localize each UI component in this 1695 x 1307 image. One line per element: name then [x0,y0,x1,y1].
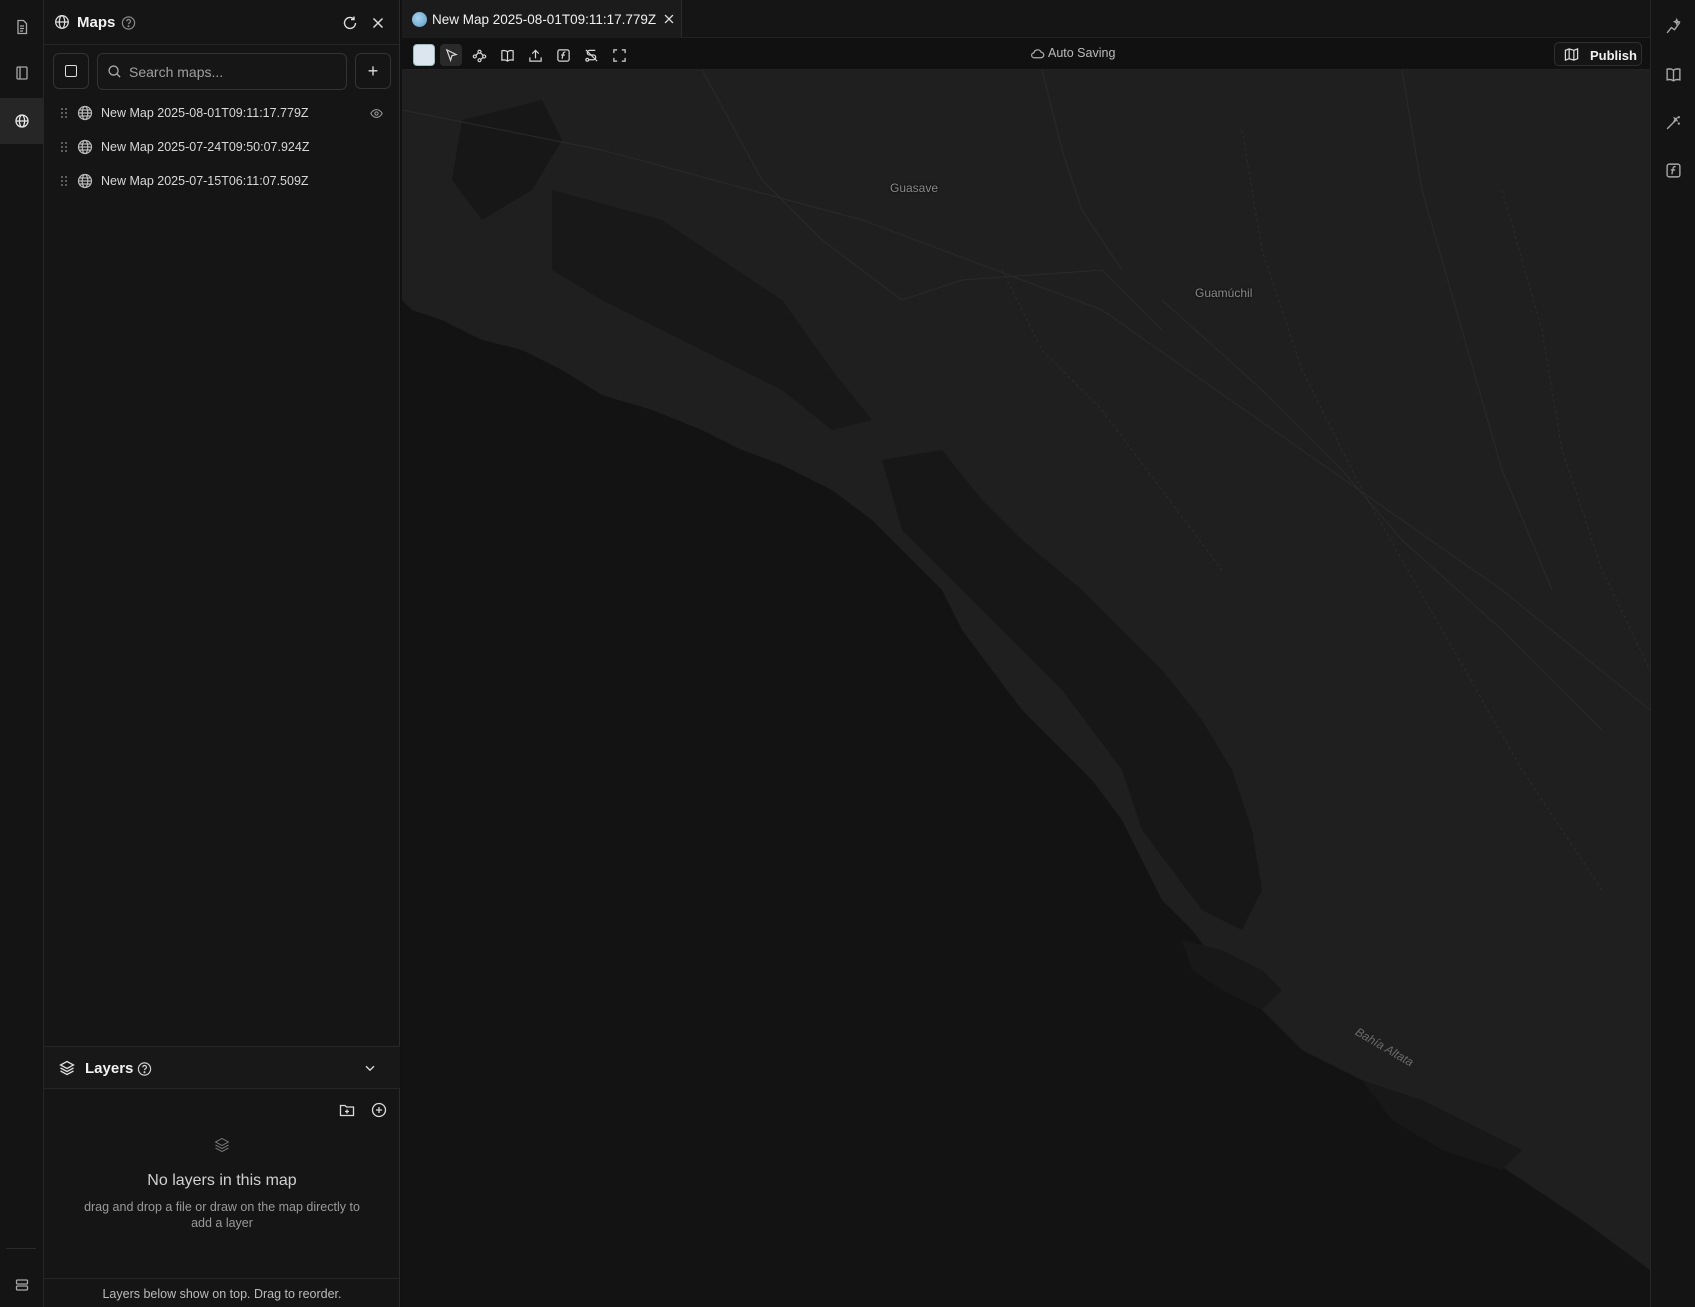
search-icon [108,65,121,78]
layers-title: Layers [85,1060,134,1077]
drag-handle-icon[interactable] [61,176,67,186]
book-icon[interactable] [496,44,518,66]
new-folder-icon[interactable] [339,1102,355,1118]
map-list-item[interactable]: New Map 2025-07-15T06:11:07.509Z [44,165,400,197]
notebook-icon[interactable] [0,50,44,96]
help-icon[interactable] [137,1061,152,1076]
documents-icon[interactable] [0,4,44,50]
draw-line-icon[interactable] [468,44,490,66]
rail-divider [6,1248,36,1249]
layers-header[interactable]: Layers [44,1047,400,1089]
close-icon[interactable] [370,15,386,31]
route-off-icon[interactable] [580,44,602,66]
earth-icon [412,12,427,27]
select-pointer-icon[interactable] [440,44,462,66]
sparkles-chart-icon[interactable] [1665,18,1682,35]
drag-handle-icon[interactable] [61,108,67,118]
book-open-icon[interactable] [1665,66,1682,83]
city-label-guasave: Guasave [890,181,939,195]
chevron-down-icon[interactable] [363,1061,377,1075]
tab-map[interactable]: New Map 2025-08-01T09:11:17.779Z [402,0,682,38]
map-toolbar: Auto Saving Publish [402,38,1650,70]
empty-state-description: drag and drop a file or draw on the map … [84,1200,360,1230]
layers-footer-hint: Layers below show on top. Drag to reorde… [44,1278,400,1307]
city-label-guamuchil: Guamúchil [1195,286,1253,300]
add-layer-icon[interactable] [371,1102,387,1118]
basemap-style-swatch[interactable] [413,44,435,66]
search-field[interactable] [97,53,347,90]
sidebar-title: Maps [77,14,116,31]
publish-button[interactable]: Publish [1554,42,1642,66]
upload-icon[interactable] [524,44,546,66]
map-list-item[interactable]: New Map 2025-07-24T09:50:07.924Z [44,131,400,163]
layers-icon [59,1060,75,1076]
magic-wand-icon[interactable] [1665,114,1682,131]
stack-icon[interactable] [0,1262,44,1307]
drag-handle-icon[interactable] [61,142,67,152]
layers-panel: Layers No layers in this map drag and dr… [44,1046,400,1307]
search-input[interactable] [129,54,339,89]
maps-sidebar: Maps + New Map 2025-08-01T09:11:17.779Z … [44,0,400,1307]
empty-layers-icon [206,1129,238,1161]
tab-label: New Map 2025-08-01T09:11:17.779Z [432,12,657,27]
left-rail [0,0,44,1307]
map-item-label: New Map 2025-07-24T09:50:07.924Z [101,140,310,154]
select-all-checkbox[interactable] [53,53,89,89]
cloud-icon [1031,49,1045,59]
map-icon [1564,47,1579,62]
add-map-button[interactable]: + [355,53,391,89]
function-icon[interactable] [552,44,574,66]
refresh-icon[interactable] [342,15,358,31]
map-canvas[interactable]: Guasave Guamúchil Bahía Altata [402,70,1650,1307]
map-list-item[interactable]: New Map 2025-08-01T09:11:17.779Z [44,97,400,129]
sidebar-header: Maps [44,0,400,45]
close-tab-icon[interactable] [662,12,676,26]
fullscreen-icon[interactable] [608,44,630,66]
publish-label: Publish [1590,48,1637,63]
function-icon[interactable] [1665,162,1682,179]
globe-icon [77,139,93,155]
sidebar-toolbar: + [44,45,400,98]
eye-icon[interactable] [370,107,383,120]
map-item-label: New Map 2025-07-15T06:11:07.509Z [101,174,309,188]
empty-state-title: No layers in this map [147,1172,297,1189]
help-icon[interactable] [121,15,136,30]
globe-icon [77,105,93,121]
globe-icon [77,173,93,189]
tab-bar: New Map 2025-08-01T09:11:17.779Z [402,0,1650,38]
right-rail [1650,0,1695,1307]
map-item-label: New Map 2025-08-01T09:11:17.779Z [101,106,309,120]
autosave-label: Auto Saving [1048,46,1116,60]
map-basemap [402,70,1650,1270]
autosave-status: Auto Saving [1031,46,1116,60]
maps-globe-icon[interactable] [0,98,44,144]
globe-icon [54,14,70,30]
